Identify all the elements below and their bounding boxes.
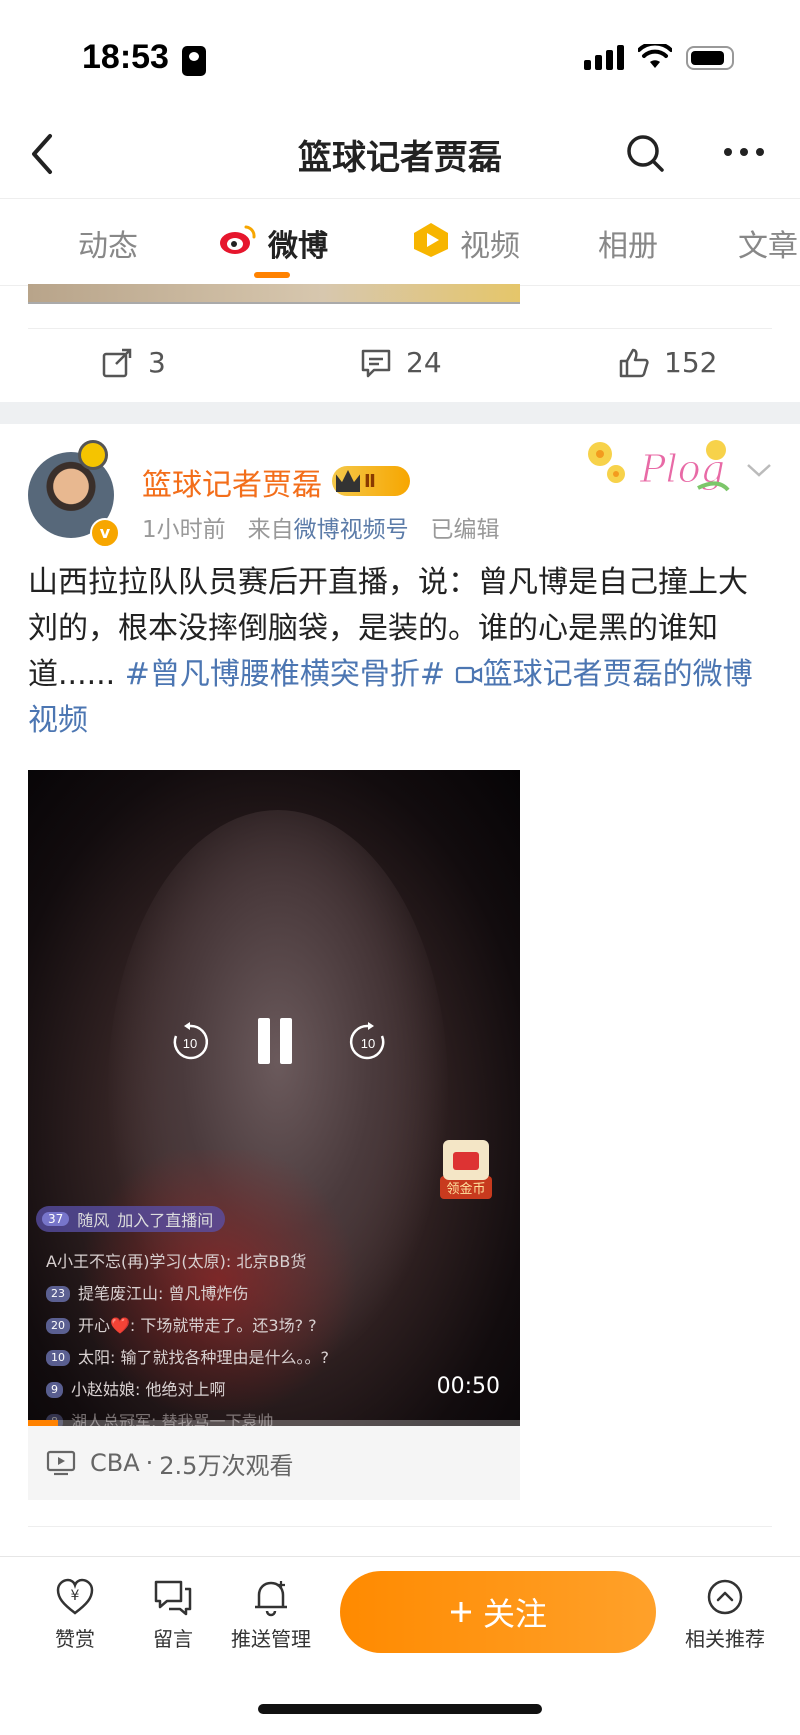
join-user: 随风 <box>77 1211 110 1230</box>
message-button[interactable]: 留言 <box>128 1577 218 1652</box>
video-channel-icon <box>414 223 448 257</box>
crown-icon <box>336 470 360 492</box>
video-camera-icon <box>455 666 482 684</box>
video-category: CBA <box>90 1449 140 1477</box>
status-icons <box>584 44 734 70</box>
hashtag-link[interactable]: #曾凡博腰椎横突骨折# <box>125 657 445 692</box>
message-icon <box>154 1580 192 1616</box>
weibo-logo-icon <box>220 225 256 254</box>
svg-text:10: 10 <box>361 1036 375 1051</box>
post-author[interactable]: 篮球记者贾磊 <box>142 460 322 504</box>
like-count: 152 <box>664 346 718 379</box>
live-comment: 10 太阳: 输了就找各种理由是什么。。? <box>46 1342 466 1374</box>
tab-weibo[interactable]: 微博 <box>268 221 328 265</box>
repost-count: 3 <box>148 346 166 379</box>
post-body: 山西拉拉队队员赛后开直播，说：曾凡博是自己撞上大刘的，根本没摔倒脑袋，是装的。谁… <box>28 560 772 744</box>
repost-icon <box>102 348 132 377</box>
comment-level: 9 <box>46 1382 63 1398</box>
follow-label: 关注 <box>482 1595 547 1633</box>
tv-icon <box>46 1450 76 1476</box>
divider <box>28 1526 772 1527</box>
message-label: 留言 <box>153 1627 193 1651</box>
more-icon[interactable] <box>720 136 768 168</box>
post-time: 1小时前 <box>142 517 226 543</box>
tab-articles[interactable]: 文章 <box>738 221 798 265</box>
tab-album[interactable]: 相册 <box>598 221 658 265</box>
profile-tabs: 动态 微博 视频 相册 文章 <box>0 198 800 286</box>
tab-dynamics[interactable]: 动态 <box>78 221 138 265</box>
forward-10-icon[interactable]: 10 <box>346 1020 390 1064</box>
push-settings-button[interactable]: 推送管理 <box>226 1577 316 1652</box>
status-time: 18:53 <box>82 38 169 76</box>
post-separator <box>0 402 800 424</box>
divider <box>28 328 772 329</box>
coin-box-icon <box>443 1140 489 1180</box>
push-label: 推送管理 <box>231 1627 311 1651</box>
vip-badge[interactable]: Ⅱ <box>332 466 410 496</box>
live-comment: 9 小赵姑娘: 他绝对上啊 <box>46 1374 466 1406</box>
home-indicator <box>258 1704 542 1714</box>
live-comment: A小王不忘(再)学习(太原): 北京BB货 <box>46 1246 466 1278</box>
rewind-10-icon[interactable]: 10 <box>168 1020 212 1064</box>
reward-label: 赞赏 <box>55 1627 95 1651</box>
svg-text:10: 10 <box>183 1036 197 1051</box>
cellular-signal-icon <box>584 45 624 70</box>
previous-post-image[interactable] <box>28 284 520 304</box>
active-tab-indicator <box>254 272 290 278</box>
comment-text: 开心❤️: 下场就带走了。还3场? ? <box>78 1316 317 1335</box>
related-label: 相关推荐 <box>685 1627 765 1651</box>
plus-icon <box>450 1602 471 1622</box>
battery-icon <box>686 46 734 70</box>
user-level: 37 <box>42 1212 70 1226</box>
bell-icon <box>255 1581 287 1617</box>
reward-button[interactable]: ¥ 赞赏 <box>30 1577 120 1652</box>
like-button[interactable]: 152 <box>618 346 717 379</box>
pause-icon[interactable] <box>258 1018 294 1064</box>
coin-reward-button[interactable]: 领金币 <box>440 1140 492 1202</box>
live-comments: A小王不忘(再)学习(太原): 北京BB货 23 提笔废江山: 曾凡博炸伤 20 开… <box>46 1246 466 1426</box>
reward-heart-icon: ¥ <box>56 1578 94 1615</box>
comment-level: 23 <box>46 1286 70 1302</box>
vip-level: Ⅱ <box>364 470 376 492</box>
comment-text: 太阳: 输了就找各种理由是什么。。? <box>78 1348 329 1367</box>
comment-level: 10 <box>46 1350 70 1366</box>
join-text: 加入了直播间 <box>117 1211 214 1230</box>
video-views: 2.5万次观看 <box>159 1451 294 1480</box>
video-player[interactable]: 10 10 领金币 37 随风 加入了直播间 A小王不忘(再)学习(太原): 北… <box>28 770 520 1426</box>
plog-decoration: Plog <box>588 440 730 492</box>
comment-text: 小赵姑娘: 他绝对上啊 <box>71 1380 226 1399</box>
chevron-down-icon[interactable] <box>746 462 772 478</box>
comment-icon <box>361 349 391 377</box>
post-meta: 1小时前 来自微博视频号 已编辑 <box>142 510 500 544</box>
post-from: 来自 <box>247 517 294 543</box>
comment-button[interactable]: 24 <box>360 346 442 379</box>
like-icon <box>619 348 649 377</box>
live-comment: 23 提笔废江山: 曾凡博炸伤 <box>46 1278 466 1310</box>
live-join-notice: 37 随风 加入了直播间 <box>36 1206 226 1232</box>
comment-count: 24 <box>406 346 442 379</box>
svg-text:¥: ¥ <box>71 1588 80 1604</box>
page-title: 篮球记者贾磊 <box>298 138 502 178</box>
chevron-up-circle-icon <box>707 1579 743 1615</box>
live-comment: 20 开心❤️: 下场就带走了。还3场? ? <box>46 1310 466 1342</box>
comment-text: 提笔废江山: 曾凡博炸伤 <box>78 1284 249 1303</box>
video-info-bar[interactable]: CBA · 2.5万次观看 <box>28 1426 520 1500</box>
verified-badge: v <box>90 518 120 548</box>
orientation-lock-icon <box>182 46 206 76</box>
search-icon[interactable] <box>622 130 670 178</box>
comment-text: A小王不忘(再)学习(太原): 北京BB货 <box>46 1252 307 1271</box>
tab-video[interactable]: 视频 <box>460 221 520 265</box>
post-edited: 已编辑 <box>430 517 500 543</box>
video-duration: 00:50 <box>436 1374 500 1399</box>
related-button[interactable]: 相关推荐 <box>670 1577 780 1652</box>
follow-button[interactable]: 关注 <box>340 1571 656 1653</box>
comment-level: 20 <box>46 1318 70 1334</box>
wifi-icon <box>638 44 672 68</box>
post-source[interactable]: 微博视频号 <box>294 517 409 543</box>
avatar-decoration-icon <box>78 440 108 470</box>
repost-button[interactable]: 3 <box>102 346 166 379</box>
